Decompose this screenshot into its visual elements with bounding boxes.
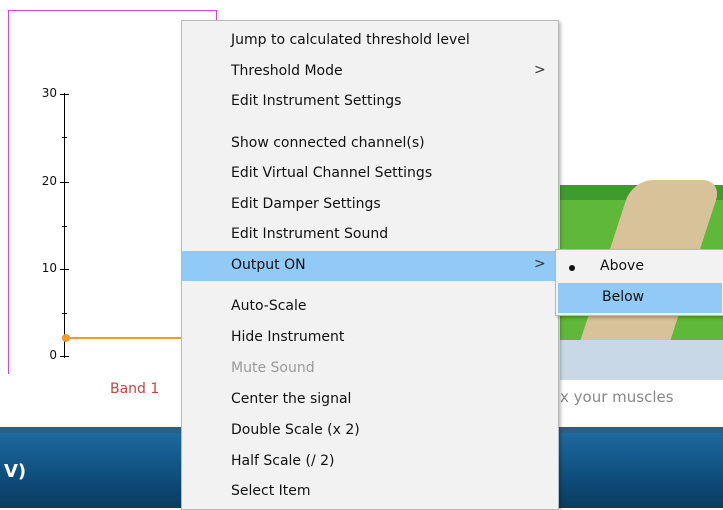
scene-caption: x your muscles (560, 388, 674, 406)
menu-item-edit-virtual-channel[interactable]: Edit Virtual Channel Settings (182, 159, 558, 189)
band-label: Band 1 (110, 381, 160, 397)
chevron-right-icon: > (534, 62, 546, 78)
menu-item-label: Edit Damper Settings (231, 196, 381, 212)
menu-item-label: Jump to calculated threshold level (231, 32, 470, 48)
menu-item-mute-sound: Mute Sound (182, 354, 558, 384)
menu-item-label: Center the signal (231, 391, 352, 407)
y-minor-tick (62, 226, 67, 227)
threshold-handle[interactable] (62, 334, 70, 342)
y-tick-label: 20 (41, 174, 57, 188)
menu-item-edit-damper[interactable]: Edit Damper Settings (182, 190, 558, 220)
output-submenu: Above Below (555, 249, 723, 316)
submenu-item-below[interactable]: Below (558, 283, 722, 313)
y-tick-label: 30 (41, 86, 57, 100)
scene-foreground (560, 340, 723, 380)
menu-item-show-connected-channels[interactable]: Show connected channel(s) (182, 129, 558, 159)
menu-item-label: Auto-Scale (231, 298, 307, 314)
menu-item-label: Edit Instrument Sound (231, 226, 389, 242)
menu-item-label: Edit Instrument Settings (231, 93, 402, 109)
menu-item-output-on[interactable]: Output ON > (182, 251, 558, 281)
menu-item-label: Select Item (231, 483, 311, 499)
y-minor-tick (62, 313, 67, 314)
scene-sky (560, 0, 723, 170)
menu-item-label: Threshold Mode (231, 63, 343, 79)
menu-item-label: Output ON (231, 257, 306, 273)
y-tick (60, 94, 69, 95)
y-tick (60, 356, 69, 357)
bottom-bar-label: V) (4, 461, 27, 482)
y-tick-label: 0 (49, 348, 57, 362)
y-minor-tick (62, 137, 67, 138)
submenu-item-label: Above (600, 258, 644, 274)
menu-item-label: Mute Sound (231, 360, 315, 376)
threshold-line[interactable] (66, 337, 186, 339)
menu-item-label: Half Scale (/ 2) (231, 453, 335, 469)
menu-item-label: Show connected channel(s) (231, 135, 425, 151)
submenu-item-above[interactable]: Above (556, 252, 723, 282)
menu-item-double-scale[interactable]: Double Scale (x 2) (182, 416, 558, 446)
context-menu: Jump to calculated threshold level Thres… (181, 20, 559, 510)
menu-item-edit-instrument-sound[interactable]: Edit Instrument Sound (182, 220, 558, 250)
menu-item-auto-scale[interactable]: Auto-Scale (182, 292, 558, 322)
menu-item-label: Edit Virtual Channel Settings (231, 165, 433, 181)
menu-item-half-scale[interactable]: Half Scale (/ 2) (182, 447, 558, 477)
y-tick (60, 269, 69, 270)
submenu-item-label: Below (602, 289, 645, 305)
menu-item-select-item[interactable]: Select Item (182, 477, 558, 507)
menu-item-hide-instrument[interactable]: Hide Instrument (182, 323, 558, 353)
menu-item-threshold-mode[interactable]: Threshold Mode > (182, 57, 558, 87)
menu-item-label: Hide Instrument (231, 329, 345, 345)
menu-item-jump-threshold[interactable]: Jump to calculated threshold level (182, 26, 558, 56)
menu-item-edit-instrument-settings[interactable]: Edit Instrument Settings (182, 87, 558, 117)
y-tick (60, 182, 69, 183)
y-tick-label: 10 (41, 261, 57, 275)
chevron-right-icon: > (534, 256, 546, 272)
menu-item-label: Double Scale (x 2) (231, 422, 360, 438)
radio-bullet-icon (569, 265, 575, 271)
menu-item-center-signal[interactable]: Center the signal (182, 385, 558, 415)
